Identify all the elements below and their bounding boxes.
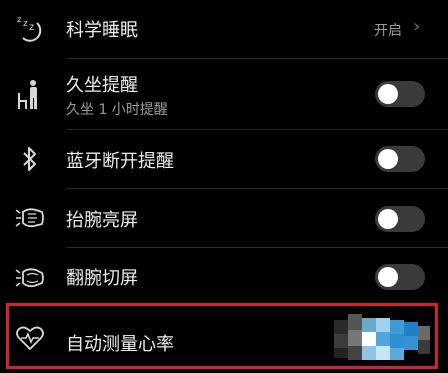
setting-row-bluetooth[interactable]: 蓝牙断开提醒: [0, 130, 448, 188]
svg-text:z: z: [29, 22, 34, 33]
toggle-knob: [378, 84, 398, 104]
bluetooth-icon: [14, 143, 46, 175]
setting-row-sedentary[interactable]: 久坐提醒 久坐 1 小时提醒: [0, 59, 448, 129]
setting-row-flip-wrist[interactable]: 翻腕切屏: [0, 248, 448, 304]
setting-row-sleep[interactable]: z z z 科学睡眠 开启 ›: [0, 0, 448, 58]
setting-sublabel: 久坐 1 小时提醒: [66, 102, 168, 118]
svg-text:z: z: [17, 15, 21, 24]
toggle-knob: [378, 267, 398, 287]
setting-label: 翻腕切屏: [66, 268, 138, 289]
setting-label: 抬腕亮屏: [66, 210, 138, 231]
raise-wrist-toggle[interactable]: [375, 206, 425, 232]
toggle-knob: [378, 209, 398, 229]
sedentary-person-icon: [14, 79, 46, 111]
bluetooth-toggle[interactable]: [375, 146, 425, 172]
flip-wrist-toggle[interactable]: [375, 264, 425, 290]
svg-text:z: z: [23, 19, 28, 29]
flip-wrist-icon: [14, 262, 46, 294]
setting-label: 久坐提醒: [66, 75, 138, 96]
sedentary-toggle[interactable]: [375, 81, 425, 107]
setting-row-raise-wrist[interactable]: 抬腕亮屏: [0, 189, 448, 247]
heart-rate-toggle-obscured[interactable]: [334, 314, 432, 364]
setting-label: 蓝牙断开提醒: [66, 151, 174, 172]
raise-wrist-icon: [14, 202, 46, 234]
heart-rate-icon: [14, 322, 46, 354]
chevron-right-icon: ›: [413, 16, 421, 37]
setting-value: 开启: [374, 23, 402, 39]
sleep-zzz-icon: z z z: [14, 12, 46, 44]
toggle-knob: [378, 149, 398, 169]
setting-label: 科学睡眠: [66, 20, 138, 41]
setting-label: 自动测量心率: [66, 334, 174, 355]
